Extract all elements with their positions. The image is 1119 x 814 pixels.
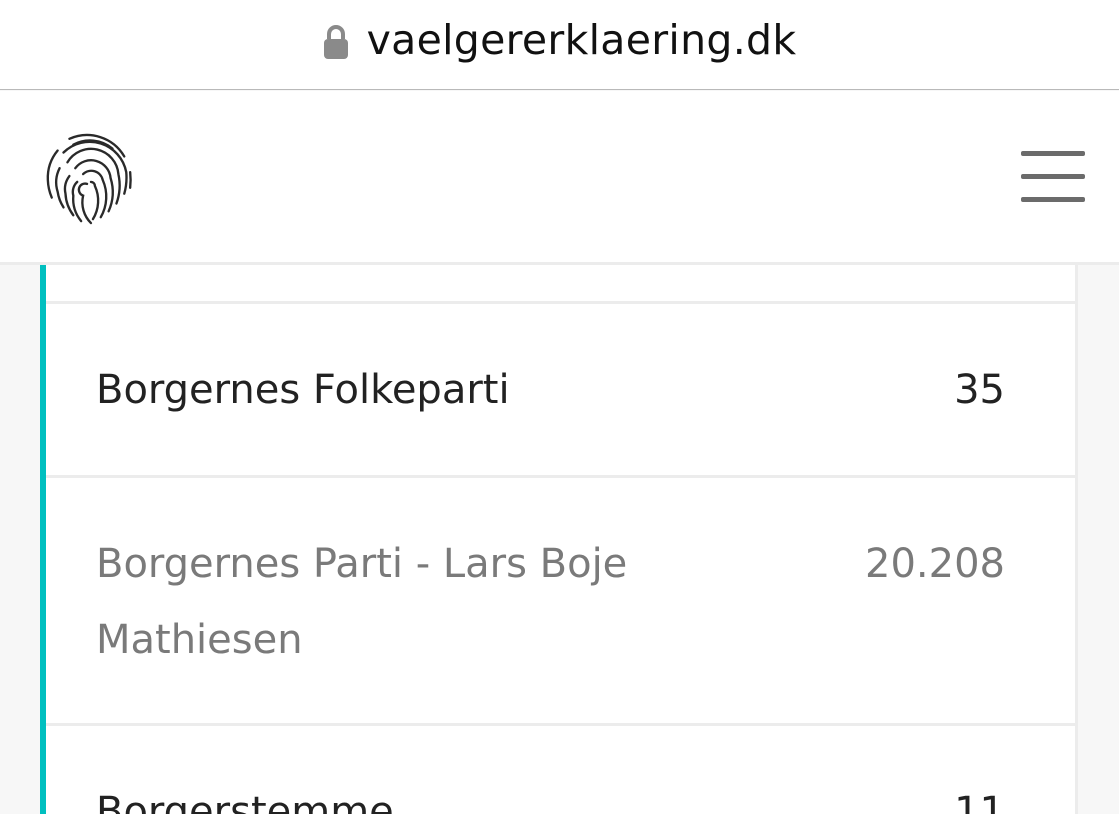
hamburger-menu-icon[interactable] <box>1021 151 1087 205</box>
party-count: 20.208 <box>865 541 1005 587</box>
list-item[interactable]: Borgerstemme 11 <box>46 723 1075 814</box>
url-text: vaelgererklaering.dk <box>366 16 797 64</box>
party-name: Borgerstemme <box>96 789 394 814</box>
party-name: Borgernes Folkeparti <box>96 367 510 413</box>
browser-address-bar[interactable]: vaelgererklaering.dk <box>0 0 1119 90</box>
party-count: 35 <box>954 367 1005 413</box>
site-header <box>0 91 1119 265</box>
list-item[interactable]: Borgernes Parti - Lars Boje Mathiesen 20… <box>46 475 1075 723</box>
party-list: Borgernes Folkeparti 35 Borgernes Parti … <box>0 265 1119 814</box>
fingerprint-icon[interactable] <box>40 129 138 227</box>
party-list-panel: Borgernes Folkeparti 35 Borgernes Parti … <box>46 265 1078 814</box>
url-display[interactable]: vaelgererklaering.dk <box>0 14 1119 66</box>
list-item[interactable]: Borgernes Folkeparti 35 <box>46 301 1075 475</box>
party-name: Borgernes Parti - Lars Boje Mathiesen <box>96 541 628 663</box>
party-count: 11 <box>954 789 1005 814</box>
lock-icon <box>323 25 348 59</box>
